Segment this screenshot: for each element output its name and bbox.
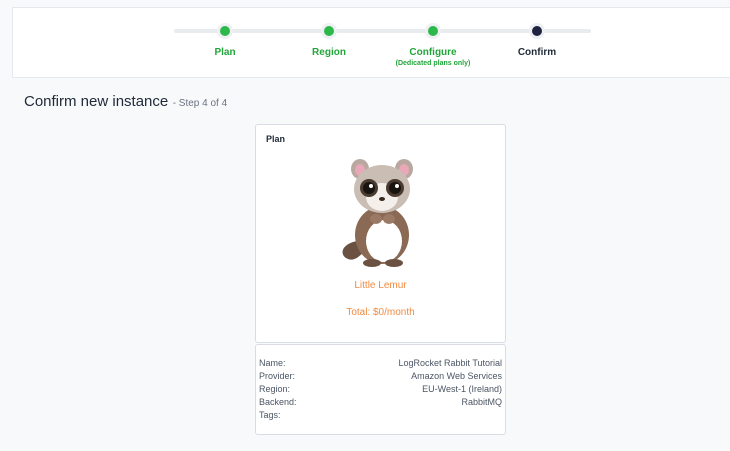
detail-row-name: Name: LogRocket Rabbit Tutorial	[259, 357, 502, 370]
detail-row-provider: Provider: Amazon Web Services	[259, 370, 502, 383]
lemur-mascot-icon	[342, 159, 413, 267]
page-heading: Confirm new instance - Step 4 of 4	[24, 93, 227, 111]
detail-row-tags: Tags:	[259, 409, 502, 422]
plan-card-label: Plan	[266, 134, 286, 144]
detail-value: RabbitMQ	[461, 397, 502, 407]
plan-name: Little Lemur	[354, 280, 407, 291]
plan-card: Plan Little Lemur Total: $0/month	[255, 124, 506, 343]
step-plan-dot-icon	[217, 23, 233, 39]
page-title: Confirm new instance	[24, 93, 169, 110]
step-plan-label: Plan	[214, 47, 236, 58]
step-configure-sublabel: (Dedicated plans only)	[395, 60, 471, 67]
step-configure[interactable]: Configure (Dedicated plans only)	[373, 23, 493, 69]
plan-total-price: Total: $0/month	[346, 307, 415, 318]
step-configure-dot-icon	[425, 23, 441, 39]
detail-key: Region:	[259, 384, 291, 394]
step-confirm-label: Confirm	[517, 47, 557, 58]
detail-key: Backend:	[259, 397, 297, 407]
step-region-label: Region	[312, 47, 346, 58]
wizard-stepper: Plan Region Configure (Dedicated plans o…	[12, 7, 730, 78]
step-region[interactable]: Region	[269, 23, 389, 59]
detail-key: Name:	[259, 358, 286, 368]
step-region-dot-icon	[321, 23, 337, 39]
step-confirm: Confirm	[477, 23, 597, 59]
step-plan[interactable]: Plan	[165, 23, 285, 59]
detail-key: Tags:	[259, 410, 281, 420]
detail-value: LogRocket Rabbit Tutorial	[398, 358, 502, 368]
detail-key: Provider:	[259, 371, 296, 381]
instance-details-card: Name: LogRocket Rabbit Tutorial Provider…	[255, 344, 506, 435]
detail-row-region: Region: EU-West-1 (Ireland)	[259, 383, 502, 396]
detail-row-backend: Backend: RabbitMQ	[259, 396, 502, 409]
step-confirm-dot-icon	[529, 23, 545, 39]
detail-value: EU-West-1 (Ireland)	[422, 384, 502, 394]
step-count: - Step 4 of 4	[172, 98, 228, 109]
detail-value: Amazon Web Services	[411, 371, 502, 381]
step-configure-label: Configure	[409, 47, 457, 58]
